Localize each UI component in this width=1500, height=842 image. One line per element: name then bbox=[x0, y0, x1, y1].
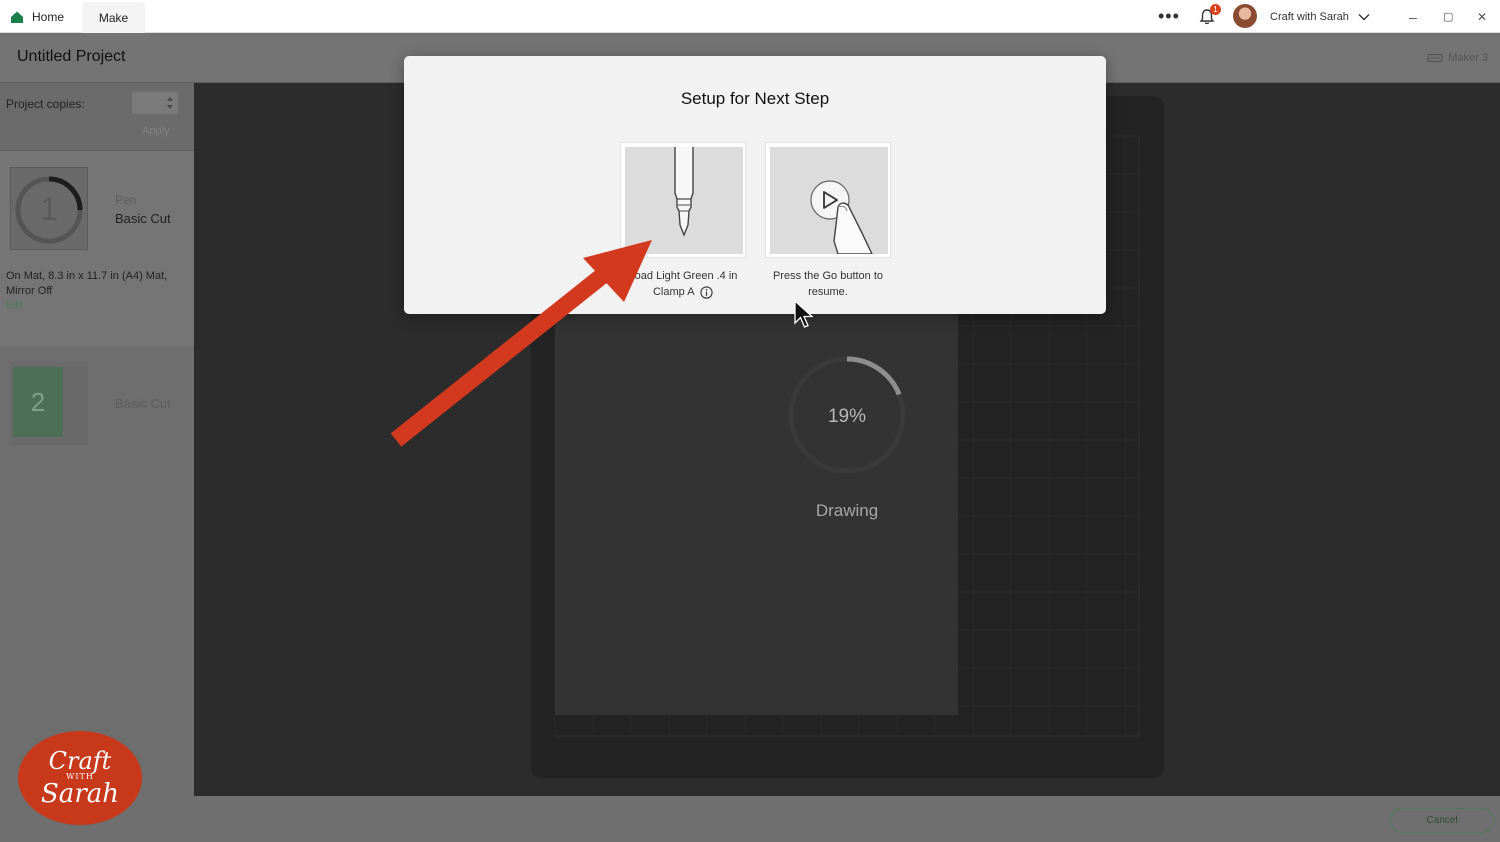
restore-icon[interactable]: ▢ bbox=[1443, 0, 1453, 33]
setup-modal: Setup for Next Step Load Light Green .4 … bbox=[404, 56, 1106, 314]
copies-label: Project copies: bbox=[6, 97, 85, 111]
notification-badge: 1 bbox=[1210, 4, 1221, 15]
logo-line2: Sarah bbox=[41, 779, 119, 809]
mat-item-1[interactable]: 1 Pen Basic Cut On Mat, 8.3 in x 11.7 in… bbox=[0, 151, 194, 346]
title-bar: Home Make ••• 1 Craft with Sarah – ▢ ✕ bbox=[0, 0, 1500, 33]
tab-make-label: Make bbox=[98, 10, 129, 25]
minimize-icon[interactable]: – bbox=[1409, 0, 1417, 33]
tab-make[interactable]: Make bbox=[82, 2, 145, 33]
go-button-illustration bbox=[770, 147, 888, 255]
step2-caption-line2: resume. bbox=[808, 286, 848, 298]
more-options-icon[interactable]: ••• bbox=[1158, 0, 1180, 33]
footer-bar: Cancel bbox=[0, 796, 1500, 842]
mat-item-2[interactable]: 2 Basic Cut bbox=[0, 346, 194, 456]
page-title: Untitled Project bbox=[17, 48, 126, 65]
watermark-logo: Craft WITH Sarah bbox=[18, 731, 142, 825]
mat-number: 2 bbox=[13, 367, 63, 437]
machine-label: Maker 3 bbox=[1448, 52, 1488, 64]
cut-label: Basic Cut bbox=[115, 211, 171, 226]
tool-label: Pen bbox=[115, 193, 137, 207]
logo-line1: Craft bbox=[48, 747, 112, 775]
modal-title: Setup for Next Step bbox=[680, 89, 830, 108]
project-copies: Project copies: Apply bbox=[0, 83, 194, 151]
pen-icon bbox=[674, 145, 694, 237]
mouse-cursor-icon bbox=[794, 300, 814, 328]
step1-caption-line1: Load Light Green .4 in bbox=[628, 270, 738, 282]
progress-percent: 19% bbox=[827, 406, 867, 427]
pen-illustration bbox=[625, 145, 743, 254]
step-card-press-go bbox=[765, 142, 891, 258]
step2-caption-line1: Press the Go button to bbox=[772, 270, 884, 282]
tab-home[interactable]: Home bbox=[10, 0, 80, 33]
home-icon bbox=[11, 11, 23, 23]
chevron-down-icon[interactable] bbox=[1358, 0, 1370, 33]
edit-link[interactable]: Edit bbox=[6, 300, 23, 311]
mat-number: 1 bbox=[40, 190, 58, 227]
step-card-load-pen bbox=[620, 142, 746, 258]
step2-caption: Press the Go button to resume. bbox=[758, 268, 898, 300]
machine-icon bbox=[1427, 53, 1443, 63]
info-icon[interactable] bbox=[700, 285, 713, 299]
user-name[interactable]: Craft with Sarah bbox=[1270, 0, 1349, 33]
go-button-icon bbox=[810, 180, 874, 255]
avatar[interactable] bbox=[1233, 4, 1257, 28]
close-icon[interactable]: ✕ bbox=[1477, 0, 1487, 33]
progress-status: Drawing bbox=[815, 501, 879, 520]
step1-caption: Load Light Green .4 in Clamp A bbox=[613, 268, 753, 300]
cancel-button[interactable]: Cancel bbox=[1390, 808, 1494, 833]
machine-selector[interactable]: Maker 3 bbox=[1427, 52, 1488, 64]
mat-panel: Project copies: Apply 1 Pen Basic Cut On… bbox=[0, 83, 194, 796]
step1-caption-line2: Clamp A bbox=[652, 286, 694, 298]
mat-thumbnail: 2 bbox=[10, 362, 88, 445]
tab-home-label: Home bbox=[32, 9, 65, 24]
cut-label: Basic Cut bbox=[115, 396, 171, 411]
mat-thumbnail: 1 bbox=[10, 167, 88, 250]
mat-info: On Mat, 8.3 in x 11.7 in (A4) Mat, Mirro… bbox=[6, 270, 168, 297]
apply-button[interactable]: Apply bbox=[142, 125, 170, 137]
copies-stepper[interactable] bbox=[132, 92, 178, 114]
